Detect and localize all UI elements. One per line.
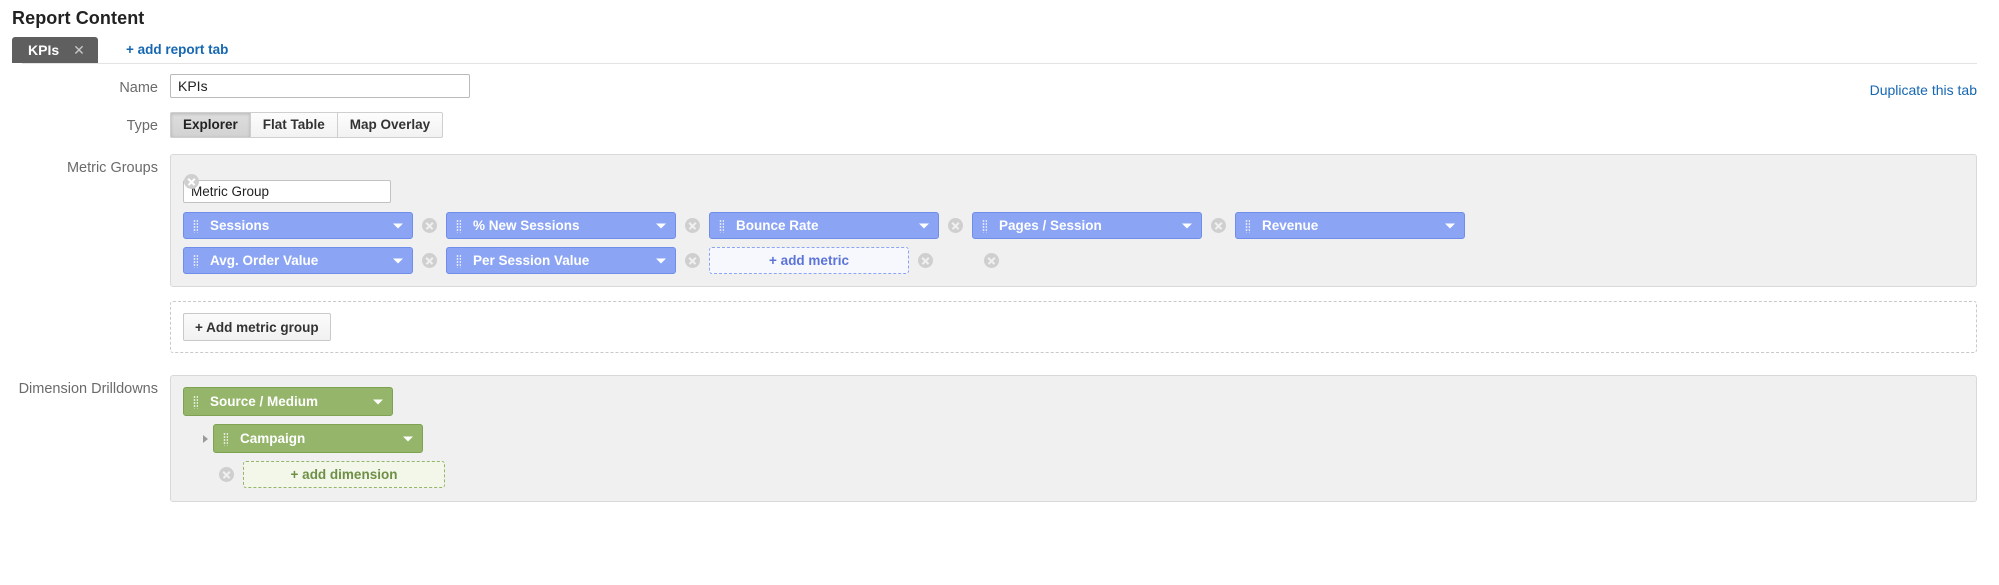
divider	[22, 63, 1977, 64]
drag-handle-icon[interactable]	[982, 219, 987, 232]
metric-group-panel: Sessions % New Sessions Bounce Rate	[170, 154, 1977, 287]
add-report-tab-link[interactable]: + add report tab	[126, 42, 228, 57]
report-name-input[interactable]	[170, 74, 470, 98]
expand-arrow-icon	[203, 434, 208, 443]
metric-pill-avg-order-value[interactable]: Avg. Order Value	[183, 247, 413, 274]
drag-handle-icon[interactable]	[193, 219, 198, 232]
chevron-down-icon[interactable]	[1445, 223, 1455, 228]
chevron-down-icon[interactable]	[1182, 223, 1192, 228]
remove-metric-icon[interactable]	[1211, 218, 1226, 233]
chevron-down-icon[interactable]	[403, 436, 413, 441]
metric-pill-revenue[interactable]: Revenue	[1235, 212, 1465, 239]
type-segmented-control: Explorer Flat Table Map Overlay	[170, 112, 444, 138]
dimension-drilldowns-label: Dimension Drilldowns	[18, 381, 158, 397]
metric-groups-row: Metric Groups Sessions % New Sessions	[0, 154, 1999, 287]
remove-metric-icon[interactable]	[948, 218, 963, 233]
dimension-pill-campaign[interactable]: Campaign	[213, 424, 423, 453]
chevron-down-icon[interactable]	[656, 258, 666, 263]
drag-handle-icon[interactable]	[193, 254, 198, 267]
drag-handle-icon[interactable]	[456, 254, 461, 267]
remove-metric-icon[interactable]	[422, 218, 437, 233]
add-metric-button[interactable]: + add metric	[709, 247, 909, 274]
dimension-row: Campaign	[183, 424, 1964, 453]
metric-pill-label: Bounce Rate	[736, 218, 819, 233]
chevron-down-icon[interactable]	[919, 223, 929, 228]
metric-pill-bounce-rate[interactable]: Bounce Rate	[709, 212, 939, 239]
metric-pill-row: Avg. Order Value Per Session Value + add…	[183, 247, 1964, 274]
metric-pill-label: Pages / Session	[999, 218, 1102, 233]
metric-pill-row: Sessions % New Sessions Bounce Rate Page…	[183, 212, 1964, 239]
dimension-pill-source-medium[interactable]: Source / Medium	[183, 387, 393, 416]
drag-handle-icon[interactable]	[456, 219, 461, 232]
add-dimension-row: + add dimension	[183, 461, 1964, 488]
dimension-drilldowns-row: Dimension Drilldowns Source / Medium Cam…	[0, 375, 1999, 502]
remove-metric-icon[interactable]	[984, 253, 999, 268]
dimension-pill-label: Source / Medium	[210, 394, 319, 409]
metric-pill-pages-session[interactable]: Pages / Session	[972, 212, 1202, 239]
name-row: Name Duplicate this tab	[0, 74, 1999, 98]
close-icon[interactable]: ✕	[73, 43, 85, 57]
page-title: Report Content	[12, 8, 145, 28]
dimension-row: Source / Medium	[183, 387, 1964, 416]
type-option-map-overlay[interactable]: Map Overlay	[336, 112, 444, 138]
metric-pill-label: % New Sessions	[473, 218, 580, 233]
drag-handle-icon[interactable]	[223, 432, 228, 445]
report-content-page: Report Content KPIs ✕ + add report tab N…	[0, 0, 1999, 585]
duplicate-tab-link[interactable]: Duplicate this tab	[1870, 82, 1977, 98]
drag-handle-icon[interactable]	[719, 219, 724, 232]
add-metric-group-spacer	[0, 301, 158, 307]
report-tab-strip: KPIs ✕ + add report tab	[0, 29, 1999, 63]
tab-kpis[interactable]: KPIs ✕	[12, 37, 98, 63]
remove-metric-icon[interactable]	[918, 253, 933, 268]
drag-handle-icon[interactable]	[193, 395, 198, 408]
metric-pill-label: Revenue	[1262, 218, 1319, 233]
dimension-drilldowns-panel: Source / Medium Campaign + add dimension	[170, 375, 1977, 502]
metric-group-name-input[interactable]	[183, 180, 391, 203]
metric-groups-label: Metric Groups	[66, 160, 158, 176]
type-row: Type Explorer Flat Table Map Overlay	[0, 112, 1999, 138]
remove-metric-icon[interactable]	[685, 218, 700, 233]
type-option-explorer[interactable]: Explorer	[170, 112, 250, 138]
metric-pill-label: Sessions	[210, 218, 270, 233]
type-label: Type	[126, 118, 158, 134]
name-label: Name	[119, 80, 158, 96]
remove-dimension-icon[interactable]	[219, 467, 234, 482]
metric-pill-label: Avg. Order Value	[210, 253, 319, 268]
chevron-down-icon[interactable]	[393, 223, 403, 228]
metric-pill-per-session-value[interactable]: Per Session Value	[446, 247, 676, 274]
add-metric-group-dropzone: + Add metric group	[170, 301, 1977, 353]
add-dimension-button[interactable]: + add dimension	[243, 461, 445, 488]
chevron-down-icon[interactable]	[393, 258, 403, 263]
remove-metric-icon[interactable]	[685, 253, 700, 268]
dimension-pill-label: Campaign	[240, 431, 306, 446]
drag-handle-icon[interactable]	[1245, 219, 1250, 232]
metric-pill-label: Per Session Value	[473, 253, 590, 268]
metric-pill-new-sessions[interactable]: % New Sessions	[446, 212, 676, 239]
metric-pill-sessions[interactable]: Sessions	[183, 212, 413, 239]
chevron-down-icon[interactable]	[656, 223, 666, 228]
type-option-flat-table[interactable]: Flat Table	[249, 112, 337, 138]
tab-label: KPIs	[28, 41, 60, 58]
add-metric-group-button[interactable]: + Add metric group	[183, 313, 331, 341]
remove-metric-group-icon[interactable]	[184, 174, 199, 189]
chevron-down-icon[interactable]	[373, 399, 383, 404]
add-metric-group-row: + Add metric group	[0, 301, 1999, 353]
remove-metric-icon[interactable]	[422, 253, 437, 268]
